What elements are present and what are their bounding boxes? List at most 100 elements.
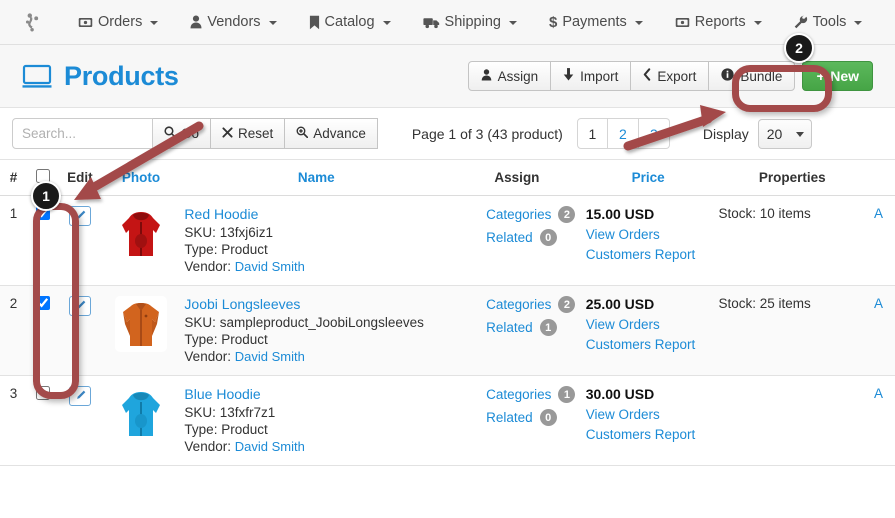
stock-text: Stock: 25 items bbox=[718, 296, 811, 311]
header-number: # bbox=[0, 160, 27, 196]
nav-label-tools: Tools bbox=[812, 14, 847, 30]
header-name[interactable]: Name bbox=[180, 160, 453, 196]
sku-label: SKU: bbox=[184, 315, 216, 330]
sku-label: SKU: bbox=[184, 405, 216, 420]
display-control: Display 20 bbox=[703, 118, 812, 149]
search-advance-button[interactable]: Advance bbox=[285, 118, 378, 149]
row-select-checkbox[interactable] bbox=[35, 386, 50, 400]
sku-value: 13fxj6iz1 bbox=[219, 225, 273, 240]
plus-icon: + bbox=[816, 67, 826, 85]
search-go-button[interactable]: Go bbox=[153, 118, 212, 149]
header-toolbar: Assign Import Export Bundle + New bbox=[467, 61, 873, 91]
nav-item-reports[interactable]: Reports bbox=[659, 14, 778, 30]
joomla-logo-icon[interactable] bbox=[22, 9, 44, 35]
vendor-link[interactable]: David Smith bbox=[235, 439, 305, 454]
nav-label-vendors: Vendors bbox=[207, 14, 261, 30]
row-select-checkbox[interactable] bbox=[35, 206, 50, 220]
vendor-label: Vendor: bbox=[184, 349, 231, 364]
header-select-all bbox=[26, 160, 59, 196]
row-select-checkbox[interactable] bbox=[35, 296, 50, 310]
page-button-2[interactable]: 2 bbox=[607, 118, 639, 149]
chevron-down-icon bbox=[854, 21, 863, 25]
overflow-link-icon[interactable]: A bbox=[874, 206, 883, 221]
nav-item-vendors[interactable]: Vendors bbox=[174, 14, 292, 30]
categories-row: Categories 2 bbox=[486, 296, 578, 313]
product-sku: SKU: 13fxj6iz1 bbox=[184, 224, 448, 241]
header-properties: Properties bbox=[714, 160, 871, 196]
product-name-link[interactable]: Red Hoodie bbox=[184, 206, 448, 222]
vendor-link[interactable]: David Smith bbox=[235, 259, 305, 274]
nav-label-payments: Payments bbox=[562, 14, 627, 30]
categories-link[interactable]: Categories bbox=[486, 207, 551, 222]
related-link[interactable]: Related bbox=[486, 230, 533, 245]
customers-report-link[interactable]: Customers Report bbox=[586, 337, 711, 352]
nav-item-orders[interactable]: Orders bbox=[62, 14, 174, 30]
row-price-cell: 15.00 USD View Orders Customers Report bbox=[581, 195, 715, 286]
page-button-1[interactable]: 1 bbox=[576, 118, 608, 149]
related-count-badge: 0 bbox=[539, 409, 557, 426]
page-title: Products bbox=[22, 61, 179, 92]
chevron-down-icon bbox=[382, 21, 391, 25]
product-name-link[interactable]: Blue Hoodie bbox=[184, 386, 448, 402]
view-orders-link[interactable]: View Orders bbox=[586, 227, 711, 242]
page-button-3[interactable]: 3 bbox=[638, 118, 670, 149]
categories-count-badge: 2 bbox=[558, 206, 576, 223]
nav-label-catalog: Catalog bbox=[324, 14, 375, 30]
select-all-checkbox[interactable] bbox=[35, 169, 50, 183]
row-assign-cell: Categories 2 Related 1 bbox=[452, 285, 582, 376]
new-button[interactable]: + New bbox=[802, 61, 873, 91]
categories-link[interactable]: Categories bbox=[486, 387, 551, 402]
search-reset-button[interactable]: Reset bbox=[211, 118, 286, 149]
display-count-select[interactable]: 20 bbox=[757, 118, 812, 149]
page-title-text: Products bbox=[64, 60, 179, 91]
row-assign-cell: Categories 2 Related 0 bbox=[452, 195, 582, 286]
nav-item-tools[interactable]: Tools bbox=[778, 14, 879, 30]
chevron-left-icon bbox=[643, 68, 651, 84]
chevron-down-icon bbox=[508, 21, 517, 25]
header-price[interactable]: Price bbox=[581, 160, 715, 196]
nav-item-shipping[interactable]: Shipping bbox=[407, 14, 533, 30]
header-photo[interactable]: Photo bbox=[101, 160, 181, 196]
money-bill-icon bbox=[675, 16, 690, 29]
sku-value: 13fxfr7z1 bbox=[219, 405, 276, 420]
chevron-down-icon bbox=[753, 21, 762, 25]
customers-report-link[interactable]: Customers Report bbox=[586, 427, 711, 442]
export-button[interactable]: Export bbox=[630, 61, 710, 91]
categories-row: Categories 2 bbox=[486, 206, 578, 223]
view-orders-link[interactable]: View Orders bbox=[586, 317, 711, 332]
nav-item-support[interactable]: ? Support bbox=[878, 14, 895, 30]
related-link[interactable]: Related bbox=[486, 410, 533, 425]
pencil-square-icon[interactable] bbox=[68, 386, 91, 406]
overflow-link-icon[interactable]: A bbox=[874, 386, 883, 401]
related-link[interactable]: Related bbox=[486, 320, 533, 335]
customers-report-link[interactable]: Customers Report bbox=[586, 247, 711, 262]
row-name-cell: Joobi Longsleeves SKU: sampleproduct_Joo… bbox=[180, 285, 453, 376]
blue-hoodie-photo[interactable] bbox=[115, 386, 168, 442]
pencil-square-icon[interactable] bbox=[68, 206, 91, 226]
row-select-cell bbox=[26, 375, 59, 466]
truck-icon bbox=[422, 16, 440, 29]
assign-button[interactable]: Assign bbox=[467, 61, 552, 91]
categories-link[interactable]: Categories bbox=[486, 297, 551, 312]
vendor-link[interactable]: David Smith bbox=[235, 349, 305, 364]
search-advance-label: Advance bbox=[313, 126, 366, 141]
type-label: Type: bbox=[184, 242, 218, 257]
import-button[interactable]: Import bbox=[550, 61, 632, 91]
joobi-longsleeves-photo[interactable] bbox=[115, 296, 168, 352]
red-hoodie-photo[interactable] bbox=[115, 206, 168, 262]
pencil-square-icon[interactable] bbox=[68, 296, 91, 316]
header-edit: Edit bbox=[58, 160, 102, 196]
nav-item-catalog[interactable]: Catalog bbox=[293, 14, 407, 30]
search-go-label: Go bbox=[181, 126, 200, 141]
product-name-link[interactable]: Joobi Longsleeves bbox=[184, 296, 448, 312]
type-value: Product bbox=[221, 242, 268, 257]
search-input[interactable] bbox=[12, 118, 153, 149]
money-bill-icon bbox=[78, 16, 93, 29]
overflow-link-icon[interactable]: A bbox=[874, 296, 883, 311]
filter-bar: Go Reset Advance Page 1 of 3 (43 product… bbox=[0, 108, 895, 160]
nav-item-payments[interactable]: $ Payments bbox=[533, 14, 659, 30]
view-orders-link[interactable]: View Orders bbox=[586, 407, 711, 422]
product-vendor: Vendor: David Smith bbox=[184, 438, 448, 455]
bundle-button[interactable]: Bundle bbox=[708, 61, 796, 91]
type-value: Product bbox=[221, 332, 268, 347]
